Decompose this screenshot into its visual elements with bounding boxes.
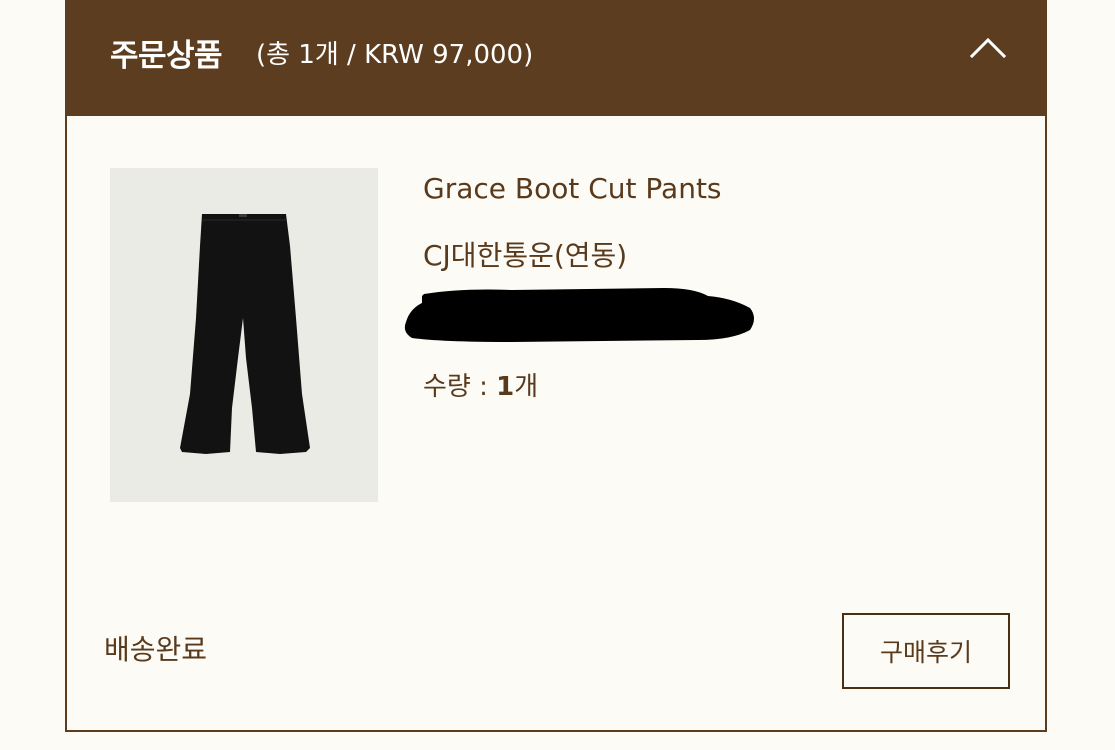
quantity-unit: 개	[514, 372, 539, 402]
quantity-value: 1	[496, 372, 515, 402]
order-summary: (총 1개 / KRW 97,000)	[256, 40, 534, 70]
pants-image	[180, 214, 310, 454]
order-items-header[interactable]: 주문상품 (총 1개 / KRW 97,000)	[67, 0, 1045, 116]
order-items-card: 주문상품 (총 1개 / KRW 97,000) Grace Boot Cut …	[65, 0, 1047, 732]
delivery-status: 배송완료	[104, 633, 208, 666]
product-name[interactable]: Grace Boot Cut Pants	[423, 172, 722, 205]
order-items-title: 주문상품	[110, 38, 223, 74]
product-thumbnail[interactable]	[110, 168, 378, 502]
quantity-label: 수량 :	[423, 372, 497, 402]
shipping-carrier: CJ대한통운(연동)	[423, 239, 628, 272]
write-review-button[interactable]: 구매후기	[842, 613, 1010, 689]
chevron-up-icon	[969, 37, 1007, 59]
collapse-button[interactable]	[965, 28, 1011, 68]
quantity: 수량 : 1개	[423, 366, 538, 403]
redacted-tracking-number	[402, 286, 762, 350]
